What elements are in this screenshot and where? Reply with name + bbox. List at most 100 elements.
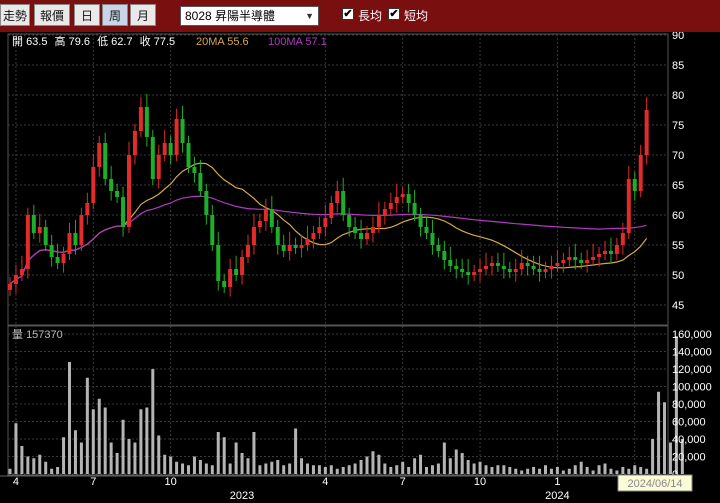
volume-bar [222, 437, 226, 474]
volume-bar [460, 453, 464, 474]
candle-down [55, 257, 60, 263]
volume-bar [609, 468, 613, 474]
candle-up [400, 194, 405, 197]
volume-bar [544, 465, 547, 474]
time-axis-labels: 471020234710202414 [13, 476, 638, 502]
candle-up [174, 119, 179, 155]
volume-bar [645, 468, 649, 474]
candle-up [317, 227, 322, 233]
volume-bar [323, 467, 327, 474]
candle-up [620, 233, 625, 245]
short-ma-checkbox[interactable]: ✔ [388, 8, 400, 20]
tab-trend[interactable]: 走勢 [0, 4, 30, 26]
volume-bar [585, 467, 589, 474]
candle-up [394, 197, 399, 203]
candle-up [79, 215, 84, 245]
candle-down [573, 257, 578, 260]
candle-down [418, 215, 423, 227]
candle-down [43, 227, 48, 245]
volume-bar [32, 458, 36, 474]
candle-down [436, 245, 441, 251]
volume-bar [561, 470, 565, 474]
volume-bar [109, 442, 113, 474]
candle-up [644, 110, 649, 155]
close-value: 77.5 [154, 36, 175, 48]
candle-up [85, 203, 90, 215]
candle-down [501, 266, 506, 269]
ma100-label: 100MA [268, 36, 304, 48]
stock-chart[interactable]: 45505560657075808590 020,00040,00060,000… [0, 32, 720, 503]
volume-bar [520, 470, 524, 474]
month-label: 10 [165, 476, 177, 488]
tab-quote[interactable]: 報價 [34, 4, 70, 26]
candle-down [406, 194, 411, 203]
volume-tick-label: 120,000 [672, 364, 712, 376]
price-tick-label: 80 [672, 90, 684, 102]
volume-bars [8, 336, 684, 474]
volume-tick-label: 140,000 [672, 347, 712, 359]
candle-up [162, 143, 167, 155]
volume-bar [139, 409, 143, 474]
tab-weekly[interactable]: 周 [102, 4, 128, 26]
price-tick-label: 55 [672, 240, 684, 252]
candle-up [25, 215, 30, 269]
candle-down [31, 215, 36, 233]
volume-bar [163, 454, 167, 474]
volume-bar [288, 463, 292, 474]
candle-down [150, 137, 155, 179]
volume-bar [615, 470, 619, 474]
volume-bar [353, 463, 357, 474]
candle-down [537, 269, 542, 272]
candle-down [275, 227, 280, 245]
volume-bar [478, 461, 482, 474]
candle-down [430, 233, 435, 245]
volume-tick-label: 60,000 [672, 417, 706, 429]
volume-bar [454, 449, 458, 474]
price-tick-label: 70 [672, 150, 684, 162]
volume-bar [157, 435, 161, 474]
volume-bar [187, 465, 190, 474]
long-ma-label: 長均 [358, 9, 383, 23]
price-tick-label: 75 [672, 120, 684, 132]
volume-bar [103, 407, 107, 474]
candle-up [329, 203, 334, 218]
volume-bar [627, 468, 631, 474]
tab-monthly[interactable]: 月 [130, 4, 156, 26]
volume-bar [73, 430, 77, 474]
tab-daily[interactable]: 日 [74, 4, 100, 26]
year-label: 2023 [230, 490, 254, 502]
candle-up [251, 227, 256, 245]
volume-bar [270, 461, 274, 474]
volume-bar [555, 467, 559, 474]
volume-bar [79, 442, 83, 474]
volume-bar [68, 362, 71, 474]
volume-bar [204, 463, 208, 474]
volume-bar [639, 467, 643, 474]
candle-down [144, 107, 149, 137]
price-tick-label: 45 [672, 300, 684, 312]
volume-bar [347, 465, 351, 474]
symbol-select[interactable]: 8028 昇陽半導體 ▼ [180, 6, 319, 26]
volume-label: 量 [12, 328, 23, 341]
volume-bar [216, 432, 220, 474]
volume-bar [472, 463, 476, 474]
candle-down [186, 143, 191, 167]
long-ma-checkbox[interactable]: ✔ [342, 8, 354, 20]
candle-up [335, 191, 340, 203]
chevron-down-icon: ▼ [305, 11, 314, 21]
candle-up [638, 155, 643, 191]
candle-down [216, 245, 221, 281]
candle-up [472, 272, 477, 275]
volume-bar [633, 465, 637, 474]
volume-tick-label: 40,000 [672, 434, 706, 446]
volume-bar [210, 465, 214, 474]
volume-bar [258, 465, 262, 474]
open-value: 63.5 [26, 36, 47, 48]
candle-down [525, 263, 530, 266]
volume-bar [50, 468, 54, 474]
candle-up [299, 245, 304, 248]
volume-bar [246, 458, 250, 474]
volume-bar [121, 419, 125, 474]
candle-up [388, 203, 393, 209]
candle-up [138, 107, 143, 131]
